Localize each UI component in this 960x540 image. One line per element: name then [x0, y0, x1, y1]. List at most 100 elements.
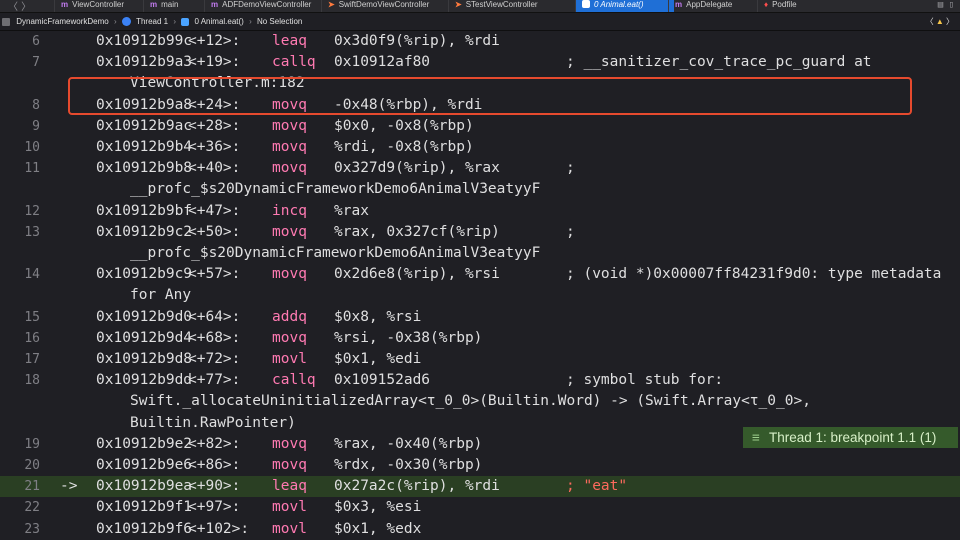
- line-number: 20: [24, 458, 40, 473]
- disassembly-view: 6 0x10912b99c <+12>: leaq 0x3d0f9(%rip), %rd…: [0, 31, 960, 537]
- instruction-offset: <+64>:: [188, 308, 241, 325]
- instruction-operands: $0x1, %edx: [334, 520, 422, 537]
- instruction-continuation: __profc_$s20DynamicFrameworkDemo6AnimalV…: [0, 243, 960, 264]
- tab-stestviewcontroller[interactable]: ➤ STestViewController: [448, 0, 567, 12]
- instruction-address: 0x10912b9e2: [96, 435, 193, 452]
- instruction-address: 0x10912b9ac: [96, 117, 193, 134]
- instruction-address: 0x10912b9f6: [96, 520, 193, 537]
- breadcrumb-selection[interactable]: No Selection: [257, 13, 302, 30]
- instruction-comment: ; "eat": [566, 478, 628, 495]
- instruction-comment: ;: [566, 223, 575, 240]
- instruction-offset: <+40>:: [188, 160, 241, 177]
- instruction-row[interactable]: 12 0x10912b9bf <+47>: incq %rax: [0, 201, 960, 222]
- chevron-right-icon: ›: [113, 17, 117, 26]
- comment-continuation: __profc_$s20DynamicFrameworkDemo6AnimalV…: [130, 181, 541, 198]
- instruction-mnemonic: movq: [272, 435, 307, 452]
- tab-viewcontroller[interactable]: m ViewController: [54, 0, 149, 12]
- instruction-offset: <+97>:: [188, 499, 241, 516]
- tab-swiftdemoviewcontroller[interactable]: ➤ SwiftDemoViewController: [321, 0, 454, 12]
- instruction-operands: %rdi, -0x8(%rbp): [334, 139, 474, 155]
- line-number: 21: [24, 479, 40, 495]
- instruction-address: 0x10912b9b4: [96, 139, 193, 155]
- instruction-row[interactable]: 14 0x10912b9c9 <+57>: movq 0x2d6e8(%rip), %r…: [0, 264, 960, 285]
- instruction-address: 0x10912b9e6: [96, 457, 193, 473]
- line-number: 10: [24, 140, 40, 155]
- breadcrumb-project[interactable]: DynamicFrameworkDemo: [16, 13, 108, 30]
- tab-appdelegate[interactable]: m AppDelegate: [668, 0, 763, 12]
- podfile-icon: ♦: [764, 0, 769, 9]
- chevron-right-icon: ›: [249, 17, 252, 26]
- line-number: 8: [32, 97, 40, 113]
- jump-bar: DynamicFrameworkDemo › Thread 1 › 0 Anim…: [0, 13, 960, 31]
- objc-file-icon: m: [211, 0, 219, 9]
- instruction-offset: <+47>:: [188, 202, 241, 219]
- instruction-address: 0x10912b9d4: [96, 329, 193, 346]
- breadcrumb-frame[interactable]: 0 Animal.eat(): [194, 13, 243, 30]
- stack-frame-icon: [582, 0, 590, 8]
- instruction-operands: 0x27a2c(%rip), %rdi: [334, 478, 500, 495]
- instruction-row[interactable]: 9 0x10912b9ac <+28>: movq $0x0, -0x8(%rbp): [0, 116, 960, 137]
- instruction-offset: <+28>:: [188, 117, 241, 134]
- instruction-operands: %rdx, -0x30(%rbp): [334, 457, 483, 473]
- instruction-comment: ; symbol stub for:: [566, 372, 724, 389]
- tab-adfdemoviewcontroller[interactable]: m ADFDemoViewController: [204, 0, 327, 12]
- issue-navigator-arrows[interactable]: 〈 ▲ 〉: [926, 13, 954, 30]
- instruction-mnemonic: movq: [272, 223, 307, 240]
- instruction-row[interactable]: 17 0x10912b9d8 <+72>: movl $0x1, %edi: [0, 349, 960, 370]
- instruction-row[interactable]: 15 0x10912b9d0 <+64>: addq $0x8, %rsi: [0, 307, 960, 328]
- instruction-row[interactable]: 20 0x10912b9e6 <+86>: movq %rdx, -0x30(%rbp): [0, 455, 960, 476]
- line-number: 17: [24, 352, 40, 367]
- warning-icon: ▲: [935, 17, 944, 27]
- project-icon: [2, 17, 10, 26]
- instruction-address: 0x10912b9c2: [96, 223, 193, 240]
- swift-file-icon: ➤: [455, 0, 462, 9]
- instruction-offset: <+68>:: [188, 329, 241, 346]
- instruction-comment: ;: [566, 160, 575, 177]
- program-counter-arrow: ->: [60, 478, 78, 495]
- instruction-address: 0x10912b9c9: [96, 266, 193, 283]
- instruction-row[interactable]: 23 0x10912b9f6 <+102>: movl $0x1, %edx: [0, 519, 960, 540]
- line-number: 12: [24, 203, 40, 219]
- instruction-row[interactable]: 6 0x10912b99c <+12>: leaq 0x3d0f9(%rip), %rd…: [0, 31, 960, 52]
- instruction-offset: <+57>:: [188, 266, 241, 283]
- instruction-mnemonic: movq: [272, 457, 307, 473]
- instruction-offset: <+90>:: [188, 478, 241, 495]
- line-number: 22: [24, 500, 40, 516]
- current-instruction-row[interactable]: 21 -> 0x10912b9ea <+90>: leaq 0x27a2c(%rip), …: [0, 476, 960, 498]
- objc-file-icon: m: [150, 0, 158, 9]
- instruction-row[interactable]: 11 0x10912b9b8 <+40>: movq 0x327d9(%rip), %r…: [0, 158, 960, 179]
- instruction-address: 0x10912b9a3: [96, 54, 193, 71]
- line-number: 6: [32, 34, 40, 49]
- chevron-right-icon: ›: [173, 17, 177, 26]
- line-number: 16: [24, 330, 40, 346]
- tab-podfile[interactable]: ♦ Podfile: [757, 0, 834, 12]
- comment-continuation: for Any: [130, 287, 192, 304]
- instruction-mnemonic: movq: [272, 139, 307, 155]
- instruction-row[interactable]: 10 0x10912b9b4 <+36>: movq %rdi, -0x8(%rbp): [0, 137, 960, 158]
- tab-animal-eat[interactable]: 0 Animal.eat(): [575, 0, 674, 12]
- instruction-mnemonic: movl: [272, 520, 307, 537]
- instruction-mnemonic: leaq: [272, 478, 307, 495]
- editor-options-icon[interactable]: ▤ ▯: [938, 0, 954, 10]
- instruction-address: 0x10912b9b8: [96, 160, 193, 177]
- instruction-mnemonic: callq: [272, 54, 316, 71]
- instruction-row[interactable]: 13 0x10912b9c2 <+50>: movq %rax, 0x327cf(%ri…: [0, 222, 960, 243]
- instruction-operands: $0x3, %esi: [334, 499, 422, 516]
- nav-back-forward-icon[interactable]: 〈 〉: [8, 0, 31, 12]
- tab-main[interactable]: m main: [143, 0, 210, 12]
- instruction-continuation: __profc_$s20DynamicFrameworkDemo6AnimalV…: [0, 179, 960, 200]
- instruction-row[interactable]: 22 0x10912b9f1 <+97>: movl $0x3, %esi: [0, 497, 960, 518]
- instruction-row[interactable]: 16 0x10912b9d4 <+68>: movq %rsi, -0x38(%rbp): [0, 328, 960, 349]
- breakpoint-badge[interactable]: ≡ Thread 1: breakpoint 1.1 (1): [743, 427, 958, 448]
- instruction-mnemonic: incq: [272, 202, 307, 219]
- breadcrumb-thread[interactable]: Thread 1: [136, 13, 168, 30]
- instruction-address: 0x10912b9f1: [96, 499, 193, 516]
- editor-tab-bar: 〈 〉 m ViewController m main m ADFDemoViewCo…: [0, 0, 960, 13]
- instruction-row[interactable]: 18 0x10912b9dd <+77>: callq 0x109152ad6 ; sym…: [0, 370, 960, 391]
- instruction-operands: $0x1, %edi: [334, 351, 422, 367]
- instruction-mnemonic: callq: [272, 372, 316, 389]
- instruction-continuation: for Any: [0, 285, 960, 306]
- line-number: 7: [32, 55, 40, 71]
- instruction-row[interactable]: 7 0x10912b9a3 <+19>: callq 0x10912af80 ; __sa…: [0, 52, 960, 73]
- instruction-offset: <+19>:: [188, 54, 241, 71]
